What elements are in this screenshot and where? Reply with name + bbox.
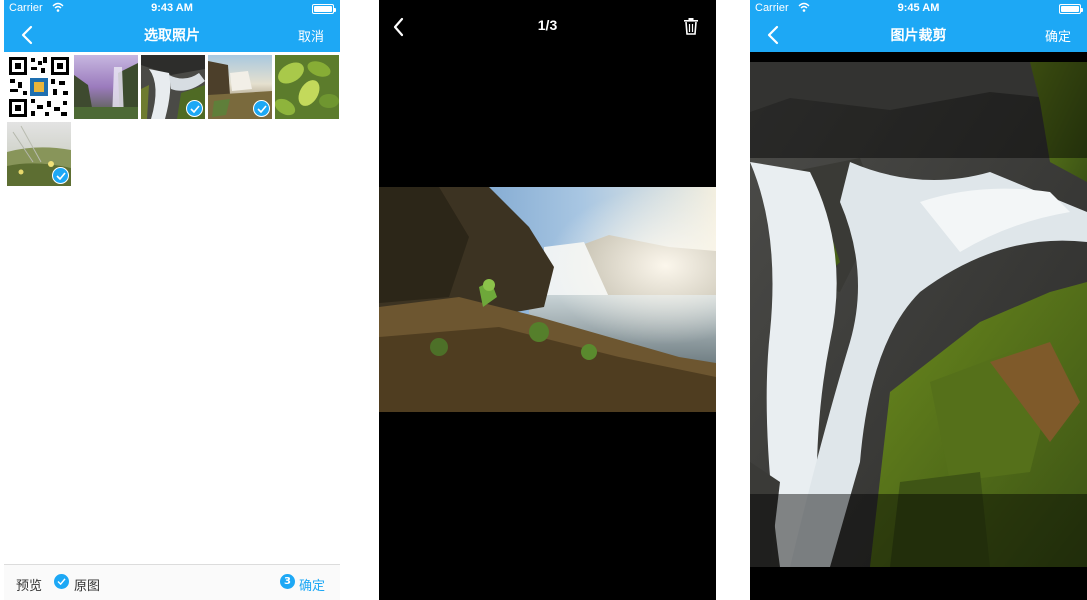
crop-frame[interactable] xyxy=(750,158,1087,494)
photo-thumb-green-leaves[interactable] xyxy=(275,55,339,119)
confirm-label: 确定 xyxy=(299,579,326,594)
status-time: 9:43 AM xyxy=(151,2,193,14)
image-crop-screen: Carrier 9:45 AM 图片裁剪 确定 xyxy=(750,0,1087,600)
crop-mask-bottom xyxy=(750,494,1087,567)
preview-button[interactable]: 预览 xyxy=(16,575,42,594)
photo-thumb-wide-waterfall[interactable] xyxy=(208,55,272,119)
confirm-button[interactable]: 确定 xyxy=(1045,26,1071,45)
crop-mask-top xyxy=(750,62,1087,158)
selected-check-icon xyxy=(186,100,203,117)
photo-viewer-screen: 1/3 xyxy=(379,0,716,600)
viewer-photo[interactable] xyxy=(379,187,716,412)
trash-icon[interactable] xyxy=(683,17,699,35)
status-time: 9:45 AM xyxy=(897,2,940,14)
battery-icon xyxy=(1059,4,1083,14)
photo-thumb-qr-code[interactable] xyxy=(7,55,71,119)
status-bar: Carrier 9:45 AM xyxy=(750,0,1087,17)
picker-bottom-bar: 预览 原图 3 确定 xyxy=(4,564,340,600)
crop-navbar: Carrier 9:45 AM 图片裁剪 确定 xyxy=(750,0,1087,52)
original-check-icon xyxy=(54,574,69,589)
photo-thumb-cascade[interactable] xyxy=(141,55,205,119)
confirm-button[interactable]: 3 确定 xyxy=(280,573,328,594)
photo-thumb-purple-waterfall[interactable] xyxy=(74,55,138,119)
original-label: 原图 xyxy=(74,579,101,594)
photo-picker-screen: Carrier 9:43 AM 选取照片 取消 预览 原图 3 确定 xyxy=(4,0,340,600)
photo-counter: 1/3 xyxy=(537,17,558,33)
selected-count-badge: 3 xyxy=(280,574,295,589)
picker-navbar: Carrier 9:43 AM 选取照片 取消 xyxy=(4,0,340,52)
battery-icon xyxy=(312,4,336,14)
page-title: 图片裁剪 xyxy=(890,28,947,44)
cancel-button[interactable]: 取消 xyxy=(298,26,324,45)
photo-thumb-wildflower[interactable] xyxy=(7,122,71,186)
page-title: 选取照片 xyxy=(144,28,200,44)
selected-check-icon xyxy=(52,167,69,184)
status-bar: Carrier 9:43 AM xyxy=(4,0,340,17)
selected-check-icon xyxy=(253,100,270,117)
